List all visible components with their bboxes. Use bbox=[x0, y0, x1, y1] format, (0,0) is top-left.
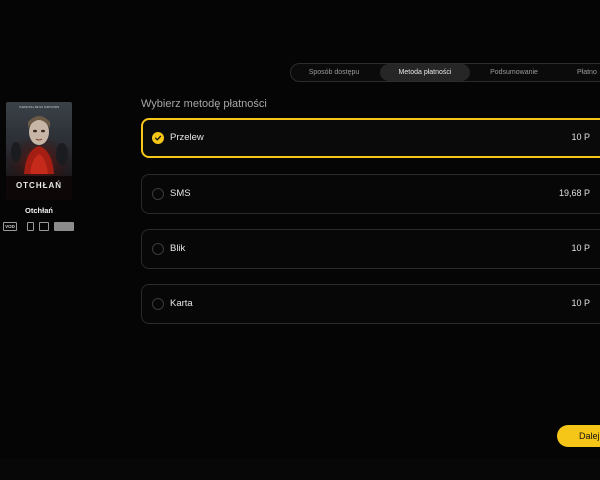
step-payment[interactable]: Płatno bbox=[559, 64, 600, 81]
payment-option-przelew[interactable]: Przelew 10 P bbox=[141, 118, 600, 158]
checkout-stepper: Sposób dostępu Metoda płatności Podsumow… bbox=[290, 63, 600, 82]
phone-icon bbox=[27, 222, 34, 231]
poster-title: OTCHŁAŃ bbox=[16, 181, 62, 190]
poster-tagline: THERE WILL BE NO SURVIVORS bbox=[19, 105, 59, 109]
option-price: 10 P bbox=[571, 243, 590, 253]
step-access-method[interactable]: Sposób dostępu bbox=[291, 64, 377, 81]
payment-option-karta[interactable]: Karta 10 P bbox=[141, 284, 600, 324]
tv-icon bbox=[54, 222, 74, 231]
step-payment-method[interactable]: Metoda płatności bbox=[380, 64, 470, 81]
vod-badge: VOD bbox=[3, 222, 17, 231]
radio-selected[interactable] bbox=[152, 132, 164, 144]
movie-poster: THERE WILL BE NO SURVIVORS OTCHŁAŃ bbox=[6, 102, 72, 200]
option-label: SMS bbox=[170, 188, 191, 199]
radio-unselected[interactable] bbox=[152, 243, 164, 255]
option-label: Przelew bbox=[170, 132, 204, 143]
option-label: Blik bbox=[170, 243, 186, 254]
payment-option-sms[interactable]: SMS 19,68 P bbox=[141, 174, 600, 214]
radio-unselected[interactable] bbox=[152, 188, 164, 200]
footer-band bbox=[0, 458, 600, 480]
option-price: 19,68 P bbox=[558, 188, 590, 198]
option-price: 10 P bbox=[571, 132, 590, 142]
next-button[interactable]: Dalej bbox=[557, 425, 600, 447]
movie-title: Otchłań bbox=[25, 206, 53, 215]
step-summary[interactable]: Podsumowanie bbox=[473, 64, 555, 81]
payment-method-heading: Wybierz metodę płatności bbox=[141, 98, 267, 110]
option-label: Karta bbox=[170, 298, 193, 309]
radio-unselected[interactable] bbox=[152, 298, 164, 310]
payment-option-blik[interactable]: Blik 10 P bbox=[141, 229, 600, 269]
check-icon bbox=[154, 135, 162, 141]
tablet-icon bbox=[39, 222, 49, 231]
option-price: 10 P bbox=[571, 298, 590, 308]
